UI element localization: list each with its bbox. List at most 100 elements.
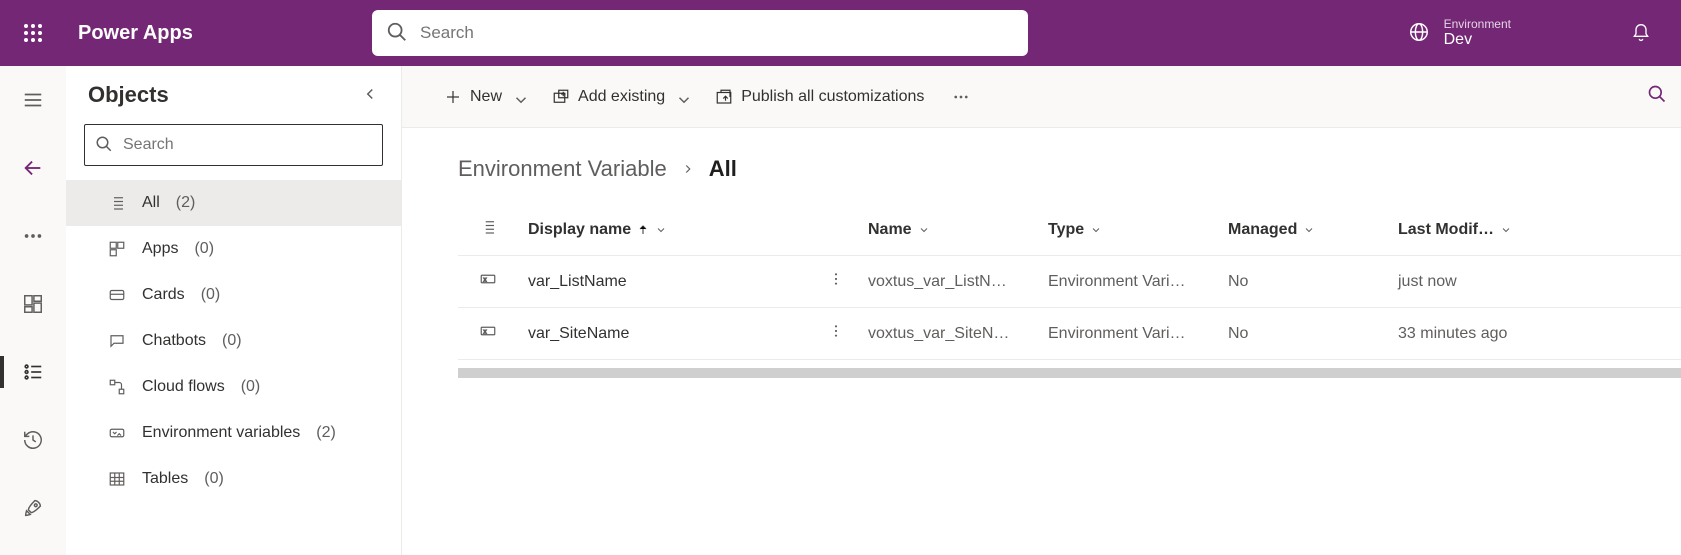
- rail-objects-icon[interactable]: [0, 350, 66, 394]
- column-header-managed[interactable]: Managed: [1218, 204, 1388, 256]
- objects-search[interactable]: [84, 124, 383, 166]
- sidebar-item-cards[interactable]: Cards (0): [66, 272, 401, 318]
- rail-rocket-icon[interactable]: [0, 486, 66, 530]
- sidebar-item-label: Cloud flows: [142, 378, 225, 396]
- publish-button[interactable]: Publish all customizations: [715, 88, 924, 106]
- sidebar-item-chatbots[interactable]: Chatbots (0): [66, 318, 401, 364]
- content-search-icon[interactable]: [1647, 84, 1667, 109]
- objects-panel: Objects All (2) Apps (0): [66, 66, 402, 555]
- sidebar-item-label: Environment variables: [142, 424, 300, 442]
- environment-picker[interactable]: Environment Dev: [1408, 0, 1511, 66]
- sidebar-item-all[interactable]: All (2): [66, 180, 401, 226]
- waffle-icon[interactable]: [0, 0, 66, 66]
- sidebar-item-count: (0): [194, 240, 214, 258]
- more-commands-icon[interactable]: [952, 88, 970, 106]
- chevron-down-icon: [675, 91, 687, 103]
- tables-icon: [106, 470, 128, 488]
- publish-label: Publish all customizations: [741, 88, 924, 106]
- svg-text:x: x: [484, 277, 487, 283]
- sidebar-item-environment-variables[interactable]: Environment variables (2): [66, 410, 401, 456]
- sidebar-item-tables[interactable]: Tables (0): [66, 456, 401, 502]
- chatbots-icon: [106, 332, 128, 350]
- column-header-display-name[interactable]: Display name: [518, 204, 818, 256]
- row-type-icon: x: [458, 308, 518, 360]
- chevron-right-icon: [681, 156, 695, 182]
- rail-more-icon[interactable]: [0, 214, 66, 258]
- table-header-row: Display name Name Type: [458, 204, 1681, 256]
- rail-overview-icon[interactable]: [0, 282, 66, 326]
- chevron-down-icon: [1090, 224, 1102, 236]
- sidebar-item-count: (2): [176, 194, 196, 212]
- chevron-down-icon: [512, 91, 524, 103]
- chevron-down-icon: [1500, 224, 1512, 236]
- sidebar-item-count: (0): [241, 378, 261, 396]
- svg-text:x: x: [484, 329, 487, 335]
- cell-display[interactable]: var_SiteName: [518, 308, 818, 360]
- environment-value: Dev: [1444, 31, 1511, 49]
- rail-menu-icon[interactable]: [0, 78, 66, 122]
- objects-search-input[interactable]: [123, 136, 372, 154]
- cell-modified: 33 minutes ago: [1388, 308, 1681, 360]
- environment-label: Environment: [1444, 17, 1511, 31]
- breadcrumb: Environment Variable All: [402, 128, 1681, 204]
- notifications-icon[interactable]: [1621, 0, 1661, 66]
- cell-name: voxtus_var_SiteN…: [858, 308, 1038, 360]
- data-grid: Display name Name Type: [458, 204, 1681, 360]
- objects-title: Objects: [88, 82, 169, 108]
- app-header: Power Apps Environment Dev: [0, 0, 1681, 66]
- horizontal-scrollbar[interactable]: [458, 368, 1681, 378]
- breadcrumb-root[interactable]: Environment Variable: [458, 156, 667, 182]
- command-bar: New Add existing Publish all customizati…: [402, 66, 1681, 128]
- sidebar-item-count: (0): [222, 332, 242, 350]
- cell-managed: No: [1218, 308, 1388, 360]
- cell-managed: No: [1218, 256, 1388, 308]
- table-row[interactable]: x var_ListName voxtus_var_ListN… Environ…: [458, 256, 1681, 308]
- sidebar-item-label: Cards: [142, 286, 185, 304]
- column-header-type-icon[interactable]: [458, 204, 518, 256]
- left-rail: [0, 66, 66, 555]
- add-existing-label: Add existing: [578, 88, 665, 106]
- sort-asc-icon: [637, 224, 649, 236]
- row-type-icon: x: [458, 256, 518, 308]
- cell-name: voxtus_var_ListN…: [858, 256, 1038, 308]
- sidebar-item-count: (2): [316, 424, 336, 442]
- globe-icon: [1408, 21, 1430, 46]
- table-row[interactable]: x var_SiteName voxtus_var_SiteN… Environ…: [458, 308, 1681, 360]
- column-header-name[interactable]: Name: [858, 204, 1038, 256]
- global-search[interactable]: [372, 10, 1028, 56]
- chevron-down-icon: [655, 224, 667, 236]
- flows-icon: [106, 378, 128, 396]
- row-more-icon[interactable]: [818, 308, 858, 360]
- cards-icon: [106, 286, 128, 304]
- row-more-icon[interactable]: [818, 256, 858, 308]
- content-area: New Add existing Publish all customizati…: [402, 66, 1681, 555]
- column-header-modified[interactable]: Last Modif…: [1388, 204, 1681, 256]
- column-header-type[interactable]: Type: [1038, 204, 1218, 256]
- sidebar-item-count: (0): [204, 470, 224, 488]
- sidebar-item-label: Apps: [142, 240, 178, 258]
- new-button-label: New: [470, 88, 502, 106]
- cell-display[interactable]: var_ListName: [518, 256, 818, 308]
- global-search-input[interactable]: [420, 23, 1014, 43]
- sidebar-item-cloud-flows[interactable]: Cloud flows (0): [66, 364, 401, 410]
- sidebar-item-count: (0): [201, 286, 221, 304]
- chevron-down-icon: [1303, 224, 1315, 236]
- chevron-down-icon: [918, 224, 930, 236]
- cell-type: Environment Vari…: [1038, 308, 1218, 360]
- search-icon: [386, 21, 420, 46]
- rail-history-icon[interactable]: [0, 418, 66, 462]
- env-var-icon: [106, 424, 128, 442]
- cell-type: Environment Vari…: [1038, 256, 1218, 308]
- add-existing-button[interactable]: Add existing: [552, 88, 687, 106]
- rail-back-icon[interactable]: [0, 146, 66, 190]
- app-title[interactable]: Power Apps: [66, 22, 366, 45]
- sidebar-item-apps[interactable]: Apps (0): [66, 226, 401, 272]
- cell-modified: just now: [1388, 256, 1681, 308]
- objects-list: All (2) Apps (0) Cards (0) Chatbots (0) …: [66, 180, 401, 502]
- search-icon: [95, 135, 123, 156]
- sidebar-item-label: Tables: [142, 470, 188, 488]
- breadcrumb-current: All: [709, 156, 737, 182]
- collapse-panel-icon[interactable]: [361, 85, 379, 106]
- list-icon: [106, 194, 128, 212]
- new-button[interactable]: New: [444, 88, 524, 106]
